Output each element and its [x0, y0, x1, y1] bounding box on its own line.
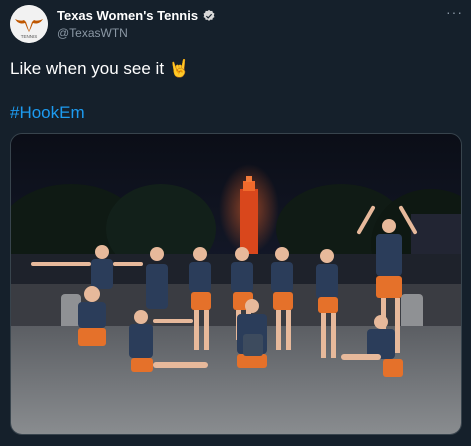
longhorn-logo-icon: TENNIS: [10, 5, 48, 43]
team-photo-image: [11, 134, 461, 434]
avatar-text: TENNIS: [21, 34, 38, 39]
tower-shape: [240, 189, 258, 254]
tweet-text: Like when you see it 🤘: [10, 59, 190, 78]
more-options-icon[interactable]: ···: [446, 4, 463, 20]
tweet-media-image[interactable]: [10, 133, 462, 435]
verified-badge-icon: [203, 9, 215, 21]
author-name-row[interactable]: Texas Women's Tennis: [57, 8, 216, 23]
hashtag-link[interactable]: #HookEm: [10, 103, 85, 123]
display-name[interactable]: Texas Women's Tennis: [57, 8, 198, 23]
author-handle[interactable]: @TexasWTN: [57, 26, 128, 40]
avatar[interactable]: TENNIS: [10, 5, 48, 43]
